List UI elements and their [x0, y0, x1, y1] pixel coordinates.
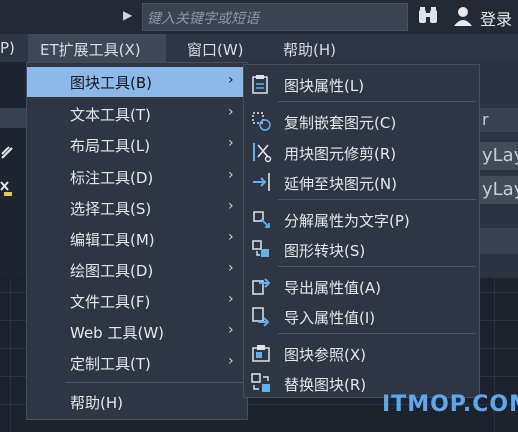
- menu-item-label: Web 工具(W): [70, 324, 165, 342]
- binoculars-icon[interactable]: [417, 6, 439, 26]
- menu-item-label: 定制工具(T): [70, 355, 151, 373]
- menu-item-label: 帮助(H): [70, 394, 123, 412]
- submenu-item-label: 导出属性值(A): [284, 279, 381, 297]
- block-attribute-icon: [252, 75, 268, 94]
- submenu-item-label: 图块参照(X): [284, 346, 366, 364]
- menu-bar: P) ET扩展工具(X) 窗口(W) 帮助(H): [0, 34, 518, 62]
- submenu-item-label: 复制嵌套图元(C): [284, 114, 397, 132]
- block-reference-icon: [252, 345, 270, 362]
- menu-item-window[interactable]: 窗口(W): [187, 39, 244, 60]
- chevron-right-icon: ›: [228, 198, 234, 214]
- menu-item-file-tools[interactable]: 文件工具(F) ›: [27, 286, 247, 316]
- watermark: ITMOP.COM: [382, 392, 518, 417]
- right-header-text: r: [482, 110, 489, 129]
- left-panel-header: [0, 108, 26, 128]
- replace-block-icon: [251, 373, 270, 392]
- trim-scissors-icon: [253, 143, 272, 163]
- menu-item-custom-tools[interactable]: 定制工具(T) ›: [27, 348, 247, 378]
- submenu-item-label: 图块属性(L): [284, 77, 365, 95]
- submenu-item-convert-to-block[interactable]: 图形转块(S): [244, 234, 479, 264]
- expand-arrow-icon[interactable]: ▶: [123, 8, 132, 22]
- submenu-item-block-reference[interactable]: 图块参照(X): [244, 338, 479, 368]
- layer-field-1-text: yLay: [482, 145, 518, 166]
- submenu-item-label: 图形转块(S): [284, 242, 366, 260]
- submenu-separator: [278, 199, 476, 200]
- menu-item-label: 文本工具(T): [70, 106, 151, 124]
- chevron-right-icon: ›: [228, 135, 234, 151]
- submenu-item-label: 延伸至块图元(N): [284, 175, 397, 193]
- chevron-right-icon: ›: [228, 167, 234, 183]
- submenu-item-trim[interactable]: 用块图元修剪(R): [244, 137, 479, 167]
- submenu-item-label: 用块图元修剪(R): [284, 145, 397, 163]
- submenu-item-block-attribute[interactable]: 图块属性(L): [244, 69, 479, 99]
- menu-item-label: 布局工具(L): [70, 137, 151, 155]
- menu-item-layout-tools[interactable]: 布局工具(L) ›: [27, 130, 247, 160]
- chevron-right-icon: ›: [228, 72, 234, 88]
- submenu-item-copy-nested[interactable]: 复制嵌套图元(C): [244, 106, 479, 136]
- menu-item-et-tools[interactable]: ET扩展工具(X): [40, 39, 141, 60]
- menu-item-dimension-tools[interactable]: 标注工具(D) ›: [27, 162, 247, 192]
- menu-item-block-tools[interactable]: 图块工具(B) ›: [27, 67, 247, 97]
- menu-item-prev[interactable]: P): [0, 39, 15, 57]
- extend-icon: [253, 173, 270, 191]
- chevron-right-icon: ›: [228, 291, 234, 307]
- right-panel-row: [480, 228, 518, 254]
- export-attribute-icon: [252, 278, 271, 295]
- chevron-right-icon: ›: [228, 353, 234, 369]
- search-placeholder: 键入关键字或短语: [147, 11, 259, 27]
- copy-nested-icon: [252, 112, 271, 131]
- chevron-right-icon: ›: [228, 322, 234, 338]
- menu-item-text-tools[interactable]: 文本工具(T) ›: [27, 99, 247, 129]
- submenu-item-label: 分解属性为文字(P): [284, 212, 410, 230]
- login-link[interactable]: 登录: [480, 6, 512, 30]
- layer-field-2-text: yLay: [482, 179, 518, 200]
- submenu-item-extend[interactable]: 延伸至块图元(N): [244, 167, 479, 197]
- menu-item-draw-tools[interactable]: 绘图工具(D) ›: [27, 255, 247, 285]
- submenu-item-export-attribute[interactable]: 导出属性值(A): [244, 271, 479, 301]
- submenu-separator: [278, 101, 476, 102]
- menu-item-label: 选择工具(S): [70, 200, 152, 218]
- menu-item-label: 标注工具(D): [70, 169, 154, 187]
- menu-item-label: 编辑工具(M): [70, 231, 155, 249]
- submenu-item-label: 导入属性值(I): [284, 309, 376, 327]
- submenu-item-label: 替换图块(R): [284, 376, 367, 394]
- submenu-item-explode-attribute[interactable]: 分解属性为文字(P): [244, 204, 479, 234]
- chevron-right-icon: ›: [228, 104, 234, 120]
- menu-item-label: 图块工具(B): [70, 74, 152, 92]
- menu-item-edit-tools[interactable]: 编辑工具(M) ›: [27, 224, 247, 254]
- menu-item-help[interactable]: 帮助(H): [283, 39, 336, 60]
- explode-attribute-icon: [253, 211, 270, 228]
- menu-item-label: 绘图工具(D): [70, 262, 154, 280]
- chevron-right-icon: ›: [228, 260, 234, 276]
- menu-item-help[interactable]: 帮助(H): [27, 387, 247, 417]
- submenu-item-import-attribute[interactable]: 导入属性值(I): [244, 301, 479, 331]
- convert-to-block-icon: [252, 240, 269, 257]
- import-attribute-icon: [252, 307, 270, 327]
- search-input[interactable]: 键入关键字或短语: [142, 3, 408, 31]
- menu-item-web-tools[interactable]: Web 工具(W) ›: [27, 317, 247, 347]
- menu-item-label: 文件工具(F): [70, 293, 151, 311]
- submenu-separator: [278, 266, 476, 267]
- menu-separator: [65, 382, 245, 383]
- submenu-separator: [278, 333, 476, 334]
- et-tools-dropdown: 图块工具(B) › 文本工具(T) › 布局工具(L) › 标注工具(D) › …: [26, 62, 248, 420]
- left-tool-icons: [0, 146, 13, 196]
- block-tools-submenu: 图块属性(L) 复制嵌套图元(C) 用块图元修剪(R) 延伸至块图元(N) 分解…: [243, 64, 480, 398]
- menu-item-select-tools[interactable]: 选择工具(S) ›: [27, 193, 247, 223]
- chevron-right-icon: ›: [228, 229, 234, 245]
- user-icon[interactable]: [452, 5, 474, 27]
- top-toolbar: ▶ 键入关键字或短语 登录: [0, 0, 518, 34]
